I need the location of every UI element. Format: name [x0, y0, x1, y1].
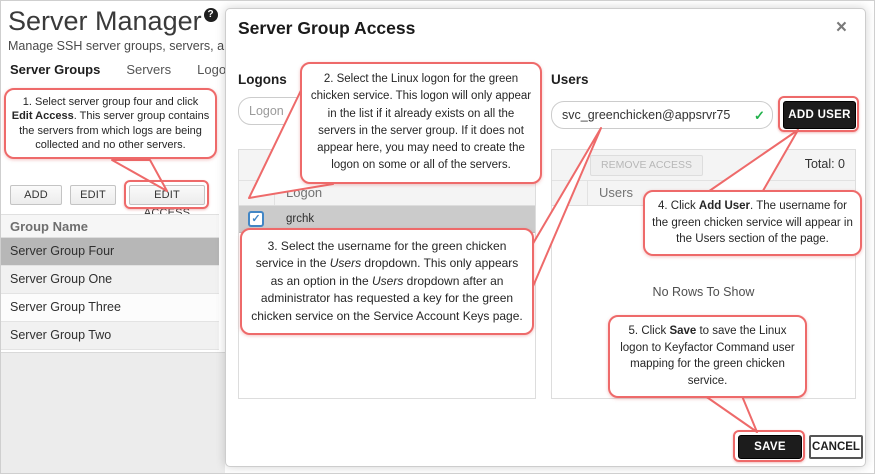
no-rows-message: No Rows To Show — [552, 285, 855, 299]
table-row-server-group-two[interactable]: Server Group Two — [0, 322, 219, 350]
table-row-server-group-three[interactable]: Server Group Three — [0, 294, 219, 322]
row-checkbox[interactable]: ✓ — [248, 211, 264, 227]
add-user-button[interactable]: ADD USER — [783, 101, 856, 129]
page-background — [0, 352, 225, 474]
tab-logons[interactable]: Logons — [197, 62, 225, 77]
cancel-button[interactable]: CANCEL — [809, 435, 863, 459]
tab-servers[interactable]: Servers — [126, 62, 171, 77]
column-header-users: Users — [599, 181, 633, 205]
column-header-group-name: Group Name — [0, 215, 219, 238]
page-subtitle: Manage SSH server groups, servers, a — [8, 39, 224, 53]
checkbox-column — [239, 181, 275, 205]
logons-table-header: Logon — [239, 181, 535, 206]
users-toolbar: REMOVE ACCESS Total: 0 — [552, 150, 855, 181]
callout-step-4: 4. Click Add User. The username for the … — [643, 190, 862, 256]
page-title: Server Manager? — [8, 6, 218, 37]
close-icon[interactable]: × — [836, 17, 847, 39]
users-section-label: Users — [551, 72, 589, 87]
help-icon[interactable]: ? — [204, 8, 218, 22]
callout-step-1: 1. Select server group four and click Ed… — [4, 88, 217, 159]
valid-check-icon: ✓ — [754, 108, 765, 124]
tab-server-groups[interactable]: Server Groups — [10, 62, 100, 77]
table-row-server-group-one[interactable]: Server Group One — [0, 266, 219, 294]
edit-button[interactable]: EDIT — [70, 185, 116, 205]
callout-step-2: 2. Select the Linux logon for the green … — [300, 62, 542, 184]
users-remove-access-button[interactable]: REMOVE ACCESS — [590, 155, 703, 176]
callout-step-3: 3. Select the username for the green chi… — [240, 228, 534, 335]
server-groups-table: Group Name Server Group Four Server Grou… — [0, 214, 219, 350]
callout-step-5: 5. Click Save to save the Linux logon to… — [608, 315, 807, 398]
users-total: Total: 0 — [805, 157, 845, 171]
table-row-server-group-four[interactable]: Server Group Four — [0, 238, 219, 266]
edit-access-button[interactable]: EDIT ACCESS — [129, 185, 205, 205]
save-button[interactable]: SAVE — [738, 435, 802, 459]
users-dropdown-input[interactable] — [551, 101, 773, 129]
checkbox-column — [552, 181, 588, 205]
server-manager-page: Server Manager? Manage SSH server groups… — [0, 0, 225, 474]
tab-bar: Server Groups Servers Logons — [10, 62, 225, 77]
logons-section-label: Logons — [238, 72, 287, 87]
dialog-title: Server Group Access — [238, 18, 415, 39]
column-header-logon: Logon — [286, 181, 322, 205]
add-button[interactable]: ADD — [10, 185, 62, 205]
